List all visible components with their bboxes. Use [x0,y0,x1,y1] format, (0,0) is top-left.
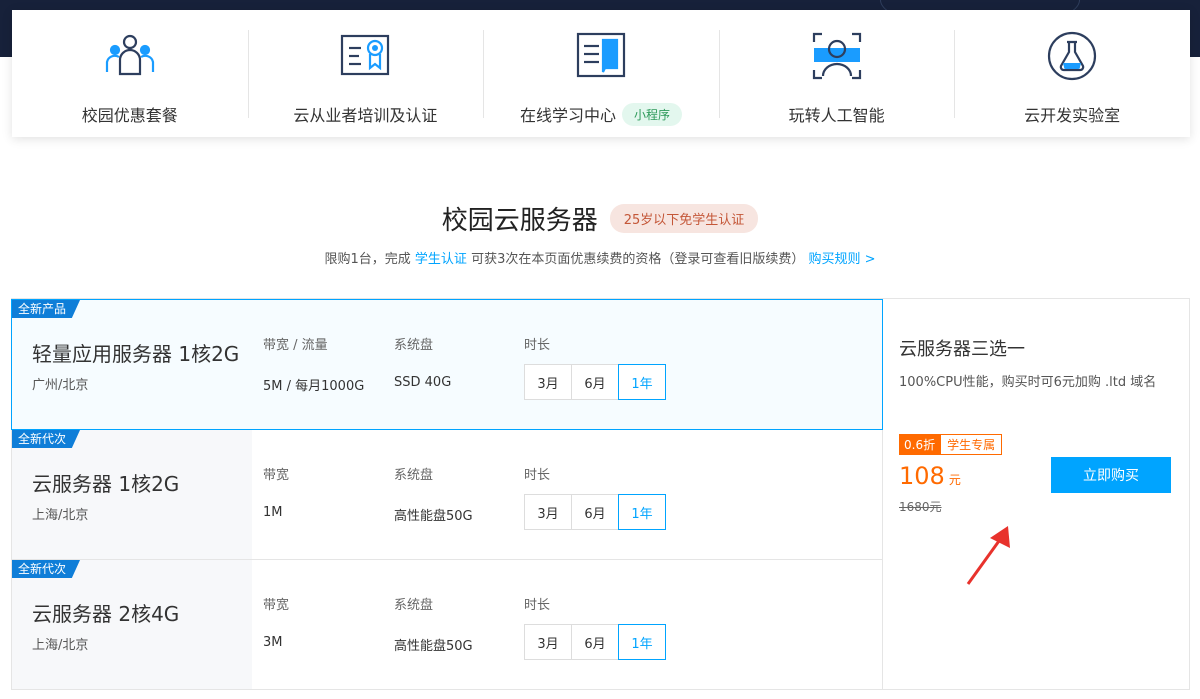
spec-label: 系统盘 [394,338,434,353]
product-row[interactable]: 全新代次 云服务器 2核4G 上海/北京 带宽 3M 系统盘 高性能盘50G 时… [12,559,882,689]
spec-value: 5M / 每月1000G [263,379,365,394]
nav-label: 云从业者培训及认证 [293,106,438,125]
nav-label: 在线学习中心 [519,106,616,125]
product-row[interactable]: 全新产品 轻量应用服务器 1核2G 广州/北京 带宽 / 流量 5M / 每月1… [11,299,883,430]
section-header: 校园云服务器 25岁以下免学生认证 [0,200,1200,237]
price-value: 108 [899,462,945,490]
current-price: 108 元 [899,462,961,490]
spec-value: 1M [263,505,283,520]
duration-selector: 3月 6月 1年 [524,364,666,400]
panel-title: 云服务器三选一 [899,339,1025,360]
product-name: 云服务器 2核4G [32,602,180,626]
duration-option[interactable]: 6月 [571,624,619,660]
duration-spec: 时长 [524,594,550,613]
product-list: 全新产品 轻量应用服务器 1核2G 广州/北京 带宽 / 流量 5M / 每月1… [11,298,883,690]
duration-option-selected[interactable]: 1年 [618,364,666,400]
duration-selector: 3月 6月 1年 [524,624,666,660]
bandwidth-spec: 带宽 3M [263,594,289,650]
nav-item-certification[interactable]: 云从业者培训及认证 [247,10,484,137]
spec-label: 带宽 / 流量 [263,338,328,353]
duration-spec: 时长 [524,464,550,483]
student-tag: 学生专属 [940,434,1003,455]
purchase-rules-link[interactable]: 购买规则 > [808,252,875,267]
new-product-ribbon: 全新产品 [12,300,81,318]
desc-text: 可获3次在本页面优惠续费的资格（登录可查看旧版续费） [471,252,805,267]
product-name: 云服务器 1核2G [32,472,180,496]
purchase-panel: 云服务器三选一 100%CPU性能，购买时可6元加购 .ltd 域名 0.6折 … [882,298,1190,690]
new-gen-ribbon: 全新代次 [12,560,81,578]
product-region: 广州/北京 [32,378,89,393]
nav-label: 玩转人工智能 [788,106,885,125]
product-region: 上海/北京 [32,638,89,653]
spec-label: 带宽 [263,598,290,613]
spec-value: 高性能盘50G [394,639,473,654]
age-badge: 25岁以下免学生认证 [609,204,759,233]
group-users-icon [104,30,156,82]
duration-option[interactable]: 3月 [524,624,572,660]
original-price: 1680元 [899,500,942,514]
book-icon [575,30,627,82]
disk-spec: 系统盘 SSD 40G [394,334,451,390]
price-unit: 元 [948,473,961,487]
spec-label: 时长 [524,468,551,483]
product-row[interactable]: 全新代次 云服务器 1核2G 上海/北京 带宽 1M 系统盘 高性能盘50G 时… [12,429,882,559]
duration-option[interactable]: 3月 [524,364,572,400]
discount-tag: 0.6折 [899,434,941,455]
nav-label: 校园优惠套餐 [81,106,178,125]
product-name: 轻量应用服务器 1核2G [32,342,240,366]
nav-label: 云开发实验室 [1024,106,1121,125]
new-gen-ribbon: 全新代次 [12,430,81,448]
mini-program-tag: 小程序 [621,102,682,126]
page-title: 校园云服务器 [441,206,598,236]
spec-label: 系统盘 [394,598,434,613]
student-auth-link[interactable]: 学生认证 [415,252,467,267]
spec-label: 时长 [524,338,551,353]
spec-label: 带宽 [263,468,290,483]
buy-now-button[interactable]: 立即购买 [1051,457,1171,493]
spec-value: SSD 40G [394,375,452,390]
duration-option[interactable]: 3月 [524,494,572,530]
duration-option[interactable]: 6月 [571,494,619,530]
nav-item-campus-package[interactable]: 校园优惠套餐 [12,10,248,137]
duration-option[interactable]: 6月 [571,364,619,400]
duration-spec: 时长 [524,334,550,353]
duration-option-selected[interactable]: 1年 [618,494,666,530]
flask-icon [1046,30,1098,82]
spec-label: 系统盘 [394,468,434,483]
disk-spec: 系统盘 高性能盘50G [394,464,473,524]
nav-item-dev-lab[interactable]: 云开发实验室 [954,10,1190,137]
section-description: 限购1台，完成 学生认证 可获3次在本页面优惠续费的资格（登录可查看旧版续费） … [0,248,1200,267]
duration-option-selected[interactable]: 1年 [618,624,666,660]
duration-selector: 3月 6月 1年 [524,494,666,530]
feature-nav: 校园优惠套餐 云从业者培训及认证 在线学习中心 小程序 玩转人工智能 云开发实验… [12,10,1190,137]
panel-description: 100%CPU性能，购买时可6元加购 .ltd 域名 [899,375,1157,390]
nav-item-ai[interactable]: 玩转人工智能 [718,10,955,137]
spec-value: 高性能盘50G [394,509,473,524]
spec-value: 3M [263,635,283,650]
nav-item-learning-center[interactable]: 在线学习中心 小程序 [483,10,719,137]
disk-spec: 系统盘 高性能盘50G [394,594,473,654]
bandwidth-spec: 带宽 1M [263,464,289,520]
certificate-icon [339,30,391,82]
red-arrow-icon [966,526,1010,585]
product-region: 上海/北京 [32,508,89,523]
desc-prefix: 限购1台，完成 [324,252,411,267]
face-scan-icon [811,30,863,82]
price-tags: 0.6折 学生专属 [899,434,1003,455]
bandwidth-spec: 带宽 / 流量 5M / 每月1000G [263,334,364,394]
spec-label: 时长 [524,598,551,613]
